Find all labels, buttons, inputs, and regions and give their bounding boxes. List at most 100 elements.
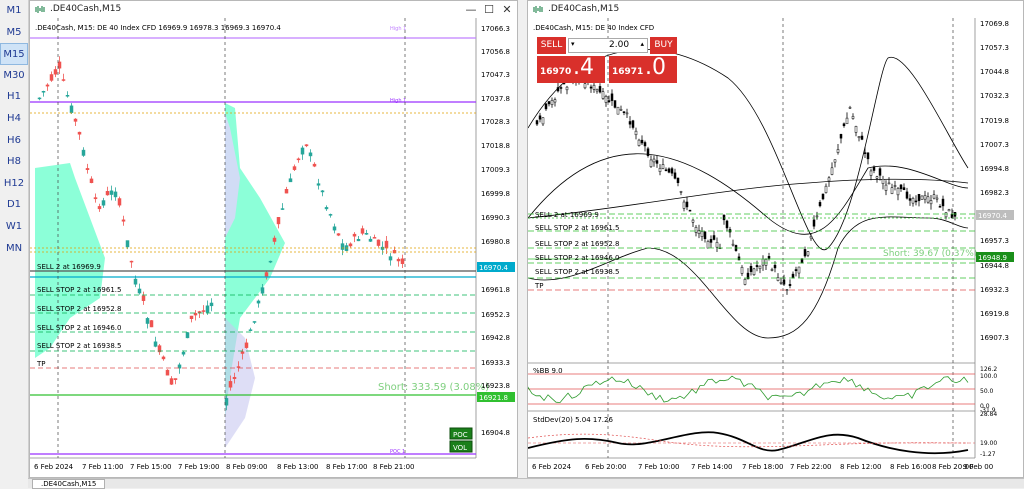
candle [818, 202, 822, 207]
chart-info-text: .DE40Cash, M15: DE 40 Index CFD [533, 24, 654, 32]
candle [185, 332, 190, 339]
volume-down-icon[interactable]: ▾ [571, 40, 575, 48]
timeframe-h8[interactable]: H8 [0, 151, 28, 173]
order-label[interactable]: SELL STOP 2 at 16961.5 [535, 224, 619, 232]
candle [388, 256, 393, 261]
time-axis-label: 8 Feb 17:00 [326, 463, 367, 471]
candle [688, 209, 692, 212]
right-title-bar[interactable]: .DE40Cash,M15 [528, 1, 1023, 19]
price-axis-label: 16982.3 [980, 189, 1009, 197]
order-label[interactable]: SELL STOP 2 at 16961.5 [37, 286, 121, 294]
candle [652, 158, 656, 163]
candle [304, 144, 309, 147]
close-button[interactable]: ✕ [499, 2, 515, 17]
candle [625, 112, 629, 115]
time-axis-label: 7 Feb 14:00 [691, 463, 732, 471]
candle [372, 237, 377, 239]
stddev-axis-label: 28.84 [980, 411, 997, 418]
minimize-button[interactable]: — [463, 2, 479, 17]
order-label[interactable]: SELL 2 at 16969.9 [535, 211, 599, 219]
candle [292, 166, 297, 170]
timeframe-m5[interactable]: M5 [0, 22, 28, 44]
candle [694, 226, 698, 233]
candle [776, 277, 780, 281]
candle [911, 198, 915, 204]
left-title-bar[interactable]: .DE40Cash,M15 — ☐ ✕ [30, 1, 517, 19]
timeframe-m30[interactable]: M30 [0, 65, 28, 87]
candle [133, 278, 138, 285]
candle [929, 200, 933, 205]
candle [105, 191, 110, 196]
order-label[interactable]: TP [36, 360, 46, 368]
candle [619, 109, 623, 111]
price-axis-label: 17066.3 [481, 25, 510, 33]
candle [908, 198, 912, 201]
price-axis-label: 17007.3 [980, 141, 1009, 149]
timeframe-bar: M1 M5 M15 M30 H1 H4 H6 H8 H12 D1 W1 MN [0, 0, 29, 487]
chart-tab[interactable]: .DE40Cash,M15 [32, 479, 106, 489]
candle [396, 258, 401, 262]
timeframe-d1[interactable]: D1 [0, 194, 28, 216]
candle [109, 190, 114, 195]
volume-field[interactable]: ▾ 2.00 ▴ [568, 38, 648, 53]
timeframe-h12[interactable]: H12 [0, 173, 28, 195]
poc-button-label[interactable]: POC [453, 431, 468, 439]
candle [589, 86, 593, 89]
candle [541, 117, 545, 125]
candle [189, 315, 194, 319]
candle [869, 170, 873, 176]
timeframe-m15[interactable]: M15 [0, 43, 28, 65]
buy-button[interactable]: BUY [650, 37, 677, 54]
order-label[interactable]: SELL STOP 2 at 16946.0 [37, 324, 121, 332]
maximize-button[interactable]: ☐ [481, 2, 497, 17]
vol-button-label[interactable]: VOL [453, 444, 467, 452]
left-chart-window: .DE40Cash,M15 — ☐ ✕ .DE40Cash, M15: DE 4… [29, 0, 518, 478]
timeframe-h1[interactable]: H1 [0, 86, 28, 108]
sell-button[interactable]: SELL [537, 37, 566, 54]
price-axis-label: 17009.3 [481, 166, 510, 174]
volume-up-icon[interactable]: ▴ [640, 40, 644, 48]
candle [935, 197, 939, 200]
candle [153, 341, 158, 347]
right-price-chart[interactable]: .DE40Cash, M15: DE 40 Index CFD SELL 2 at… [528, 18, 1023, 477]
candle [268, 260, 273, 263]
time-axis-label: 9 Feb 00 [963, 463, 993, 471]
candle [553, 99, 557, 103]
candle [703, 231, 707, 239]
sell-price-box[interactable]: 16970 .4 [537, 55, 605, 83]
profit-label: Short: 333.59 (3.08%) [378, 382, 489, 393]
price-axis-label: 17028.3 [481, 118, 510, 126]
candle [556, 87, 560, 92]
hline-label: High 1 [390, 26, 406, 32]
candle [737, 256, 741, 261]
candle [73, 118, 78, 122]
timeframe-h6[interactable]: H6 [0, 130, 28, 152]
order-label[interactable]: SELL 2 at 16969.9 [37, 263, 101, 271]
hline-label: POC 1 [390, 449, 405, 455]
candle [884, 184, 888, 191]
candle [37, 97, 42, 100]
timeframe-h4[interactable]: H4 [0, 108, 28, 130]
candle [65, 95, 70, 97]
candle [896, 188, 900, 196]
buy-price-box[interactable]: 16971 .0 [609, 55, 677, 83]
order-label[interactable]: SELL STOP 2 at 16952.8 [535, 240, 619, 248]
price-axis-label: 16980.8 [481, 238, 510, 246]
candle [236, 366, 241, 368]
candle [944, 212, 948, 218]
candle [595, 88, 599, 92]
order-label[interactable]: SELL STOP 2 at 16938.5 [37, 342, 121, 350]
timeframe-w1[interactable]: W1 [0, 216, 28, 238]
timeframe-m1[interactable]: M1 [0, 0, 28, 22]
order-label[interactable]: SELL STOP 2 at 16946.0 [535, 254, 619, 262]
order-label[interactable]: SELL STOP 2 at 16938.5 [535, 268, 619, 276]
left-price-chart[interactable]: .DE40Cash, M15: DE 40 Index CFD 16969.9 … [30, 18, 517, 477]
candle [224, 398, 229, 406]
candle [905, 191, 909, 199]
order-label[interactable]: SELL STOP 2 at 16952.8 [37, 305, 121, 313]
timeframe-mn[interactable]: MN [0, 238, 28, 260]
order-label[interactable]: TP [534, 282, 544, 290]
price-axis-label: 17018.8 [481, 142, 510, 150]
candle [646, 148, 650, 156]
candle [643, 142, 647, 147]
